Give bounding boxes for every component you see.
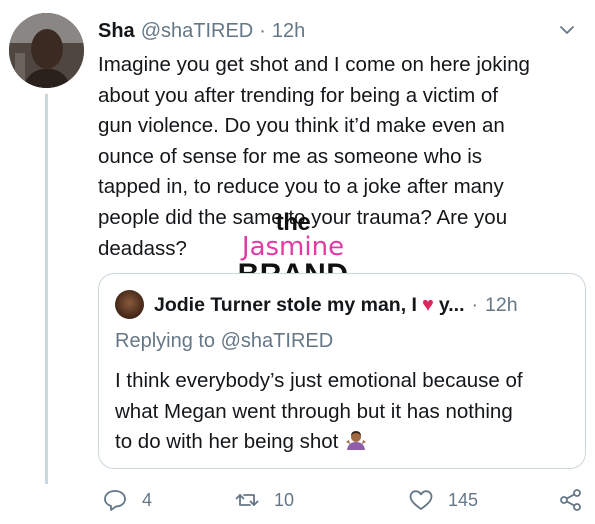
tweet[interactable]: Sha @shaTIRED · 12h Imagine you get shot… — [0, 0, 595, 524]
red-heart-emoji: ♥ — [421, 293, 434, 316]
avatar-photo — [9, 13, 84, 88]
tweet-time[interactable]: 12h — [272, 20, 305, 43]
like-icon — [409, 490, 433, 510]
reply-count: 4 — [142, 489, 153, 510]
share-button[interactable] — [558, 484, 584, 516]
quoted-avatar[interactable] — [115, 290, 144, 319]
like-button[interactable]: 145 — [408, 484, 478, 516]
reply-button[interactable]: 4 — [102, 484, 152, 516]
quoted-author-name: Jodie Turner stole my man, I — [154, 293, 417, 316]
author-name[interactable]: Sha — [98, 20, 135, 43]
retweet-button[interactable]: 10 — [234, 484, 294, 516]
person-shrugging-emoji — [346, 431, 367, 451]
chevron-down-icon[interactable] — [557, 20, 577, 40]
retweet-count: 10 — [274, 489, 295, 510]
replying-to: Replying to @shaTIRED — [115, 330, 333, 353]
quoted-text: I think everybody’s just emotional becau… — [115, 366, 575, 458]
quoted-separator-dot: · — [471, 293, 479, 316]
quoted-time: 12h — [485, 293, 518, 316]
thread-line — [45, 94, 48, 484]
quoted-tweet[interactable]: Jodie Turner stole my man, I ♥ y... · 12… — [98, 273, 586, 469]
separator-dot: · — [259, 19, 266, 42]
quoted-author-name-rest: y... — [438, 293, 465, 316]
like-count: 145 — [448, 489, 479, 510]
quoted-text-body: I think everybody’s just emotional becau… — [115, 369, 523, 454]
quoted-header: Jodie Turner stole my man, I ♥ y... · 12… — [154, 290, 571, 320]
replying-to-label: Replying to — [115, 330, 216, 352]
share-icon — [560, 489, 581, 511]
action-bar: 4 10 145 — [98, 484, 590, 516]
author-handle[interactable]: @shaTIRED — [141, 20, 254, 43]
reply-icon — [104, 490, 126, 511]
avatar[interactable] — [9, 13, 84, 88]
tweet-header: Sha @shaTIRED · 12h — [98, 16, 581, 46]
tweet-text: Imagine you get shot and I come on here … — [98, 53, 530, 260]
replying-to-handle[interactable]: @shaTIRED — [221, 330, 334, 352]
retweet-icon — [235, 494, 259, 506]
